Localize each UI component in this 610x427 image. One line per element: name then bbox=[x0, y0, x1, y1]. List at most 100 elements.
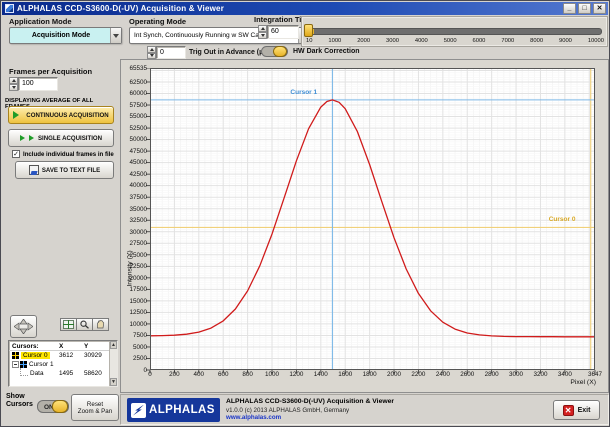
cursor-row-0[interactable]: Cursor 0 3612 30929 bbox=[9, 351, 117, 360]
tree-collapse-icon[interactable] bbox=[12, 361, 19, 368]
application-mode-dropdown-button[interactable] bbox=[110, 28, 121, 43]
cursor1-crosshair-icon bbox=[20, 361, 27, 368]
slider-tick: 8000 bbox=[530, 38, 543, 44]
hw-dark-correction-toggle[interactable] bbox=[261, 46, 288, 57]
green-arrow-icon bbox=[13, 111, 23, 119]
slider-tick: 1000 bbox=[328, 38, 341, 44]
slider-tick: 2000 bbox=[357, 38, 370, 44]
continuous-acquisition-button[interactable]: CONTINUOUS ACQUISITION bbox=[8, 106, 114, 124]
exit-x-icon: ✕ bbox=[563, 405, 574, 416]
cursor-name-label[interactable]: Cursor 0 bbox=[549, 216, 576, 223]
hw-dark-correction-label: HW Dark Correction bbox=[293, 48, 360, 55]
x-tick-label: 600 bbox=[210, 371, 236, 378]
arrow-down-icon bbox=[12, 86, 16, 91]
footer-website-link[interactable]: www.alphalas.com bbox=[226, 414, 281, 421]
hand-icon bbox=[95, 320, 106, 329]
app-window: ALPHALAS CCD-S3600-D(-UV) Acquisition & … bbox=[0, 0, 610, 427]
toggle-knob bbox=[273, 46, 287, 57]
cursors-scrollbar[interactable]: ▲ ▼ bbox=[109, 341, 117, 386]
trig-out-label: Trig Out in Advance (µs) bbox=[189, 49, 269, 56]
y-tick-label: 2500 bbox=[121, 355, 147, 362]
reset-zoom-pan-button[interactable]: Reset Zoom & Pan bbox=[71, 394, 119, 421]
minimize-button[interactable]: _ bbox=[563, 3, 576, 14]
slider-tick: 7000 bbox=[501, 38, 514, 44]
application-mode-dropdown[interactable]: Acquisition Mode bbox=[9, 27, 122, 44]
alphalas-logo-text: ALPHALAS bbox=[149, 404, 215, 416]
frames-increment-button[interactable] bbox=[9, 77, 18, 84]
x-tick-label: 3200 bbox=[527, 371, 553, 378]
crosshair-icon bbox=[63, 320, 74, 329]
cursor1-data-y: 58620 bbox=[84, 370, 109, 377]
cursors-legend: Cursors: X Y Cursor 0 3612 30929 Cursor … bbox=[8, 340, 118, 387]
green-arrow-icon bbox=[20, 135, 28, 141]
cursor1-name: Cursor 1 bbox=[29, 361, 54, 368]
frames-input[interactable]: 100 bbox=[18, 77, 58, 91]
cursor-row-1[interactable]: Cursor 1 bbox=[9, 360, 117, 369]
title-bar[interactable]: ALPHALAS CCD-S3600-D(-UV) Acquisition & … bbox=[2, 2, 608, 15]
show-cursors-toggle[interactable]: ON bbox=[37, 400, 69, 413]
integration-increment-button[interactable] bbox=[258, 25, 267, 32]
x-tick-label: 2000 bbox=[381, 371, 407, 378]
y-tick-label: 22500 bbox=[121, 263, 147, 270]
graph-panel: Intensity (Y) Pixel (X) 0250050007500100… bbox=[120, 59, 609, 393]
intensity-plot[interactable] bbox=[145, 68, 597, 375]
slider-tick: 10000 bbox=[588, 38, 604, 44]
tree-branch-line bbox=[20, 368, 28, 376]
scroll-down-icon[interactable]: ▼ bbox=[110, 378, 117, 386]
y-tick-label: 40000 bbox=[121, 182, 147, 189]
x-tick-label: 2200 bbox=[405, 371, 431, 378]
application-mode-label: Application Mode bbox=[9, 17, 72, 26]
frames-numeric: 100 bbox=[9, 77, 58, 91]
x-tick-label: 2600 bbox=[454, 371, 480, 378]
show-cursors-label: Show Cursors bbox=[6, 393, 33, 408]
include-frames-checkbox[interactable]: ✓ bbox=[12, 150, 20, 158]
slider-handle[interactable] bbox=[304, 24, 313, 37]
pan-diamond-button[interactable] bbox=[10, 315, 37, 338]
cursor0-crosshair-icon bbox=[12, 352, 19, 359]
integration-decrement-button[interactable] bbox=[258, 32, 267, 39]
y-tick-label: 7500 bbox=[121, 332, 147, 339]
frames-per-acquisition-label: Frames per Acquisition bbox=[9, 67, 92, 76]
arrow-up-icon bbox=[261, 25, 265, 30]
green-arrow-icon bbox=[29, 135, 37, 141]
alphalas-logo: ALPHALAS bbox=[127, 398, 220, 422]
y-tick-label: 30000 bbox=[121, 229, 147, 236]
cursor-data-row[interactable]: Data 1495 58620 bbox=[9, 369, 117, 378]
slider-tick: 9000 bbox=[559, 38, 572, 44]
cursor-name-label[interactable]: Cursor 1 bbox=[290, 89, 317, 96]
exit-button[interactable]: ✕ Exit bbox=[553, 400, 600, 420]
arrow-down-icon bbox=[261, 34, 265, 39]
y-tick-label: 52500 bbox=[121, 125, 147, 132]
window-title: ALPHALAS CCD-S3600-D(-UV) Acquisition & … bbox=[17, 4, 224, 13]
cursors-y-header: Y bbox=[84, 343, 109, 350]
cursors-header: Cursors: bbox=[9, 343, 59, 350]
single-acquisition-button[interactable]: SINGLE ACQUISITION bbox=[8, 129, 114, 147]
trig-out-input[interactable]: 0 bbox=[156, 46, 186, 59]
scroll-up-icon[interactable]: ▲ bbox=[110, 341, 117, 349]
y-tick-label: 42500 bbox=[121, 171, 147, 178]
y-tick-label: 27500 bbox=[121, 240, 147, 247]
y-tick-label: 62500 bbox=[121, 79, 147, 86]
save-to-text-file-button[interactable]: SAVE TO TEXT FILE bbox=[15, 161, 114, 179]
maximize-button[interactable]: □ bbox=[578, 3, 591, 14]
frames-decrement-button[interactable] bbox=[9, 84, 18, 91]
save-file-icon bbox=[29, 165, 39, 175]
y-tick-label: 50000 bbox=[121, 136, 147, 143]
y-tick-label: 57500 bbox=[121, 102, 147, 109]
graph-palette bbox=[61, 318, 109, 331]
footer-version: v1.0.0 (c) 2013 ALPHALAS GmbH, Germany bbox=[226, 407, 349, 414]
close-button[interactable]: ✕ bbox=[593, 3, 606, 14]
integration-time-input[interactable]: 60 bbox=[267, 25, 299, 39]
y-tick-label: 25000 bbox=[121, 252, 147, 259]
cursor1-data-label: Data bbox=[30, 370, 44, 377]
pan-tool-button[interactable] bbox=[92, 318, 109, 331]
cursor-tool-button[interactable] bbox=[60, 318, 77, 331]
save-to-text-file-label: SAVE TO TEXT FILE bbox=[42, 167, 100, 174]
y-tick-label: 65535 bbox=[121, 65, 147, 72]
slider-track[interactable] bbox=[308, 28, 602, 35]
x-tick-label: 3400 bbox=[552, 371, 578, 378]
slider-tick: 10 bbox=[306, 38, 312, 44]
slider-scale: 10 1000 2000 3000 4000 5000 6000 7000 80… bbox=[306, 38, 604, 44]
zoom-tool-button[interactable] bbox=[76, 318, 93, 331]
trig-out-numeric: 0 bbox=[147, 46, 186, 59]
